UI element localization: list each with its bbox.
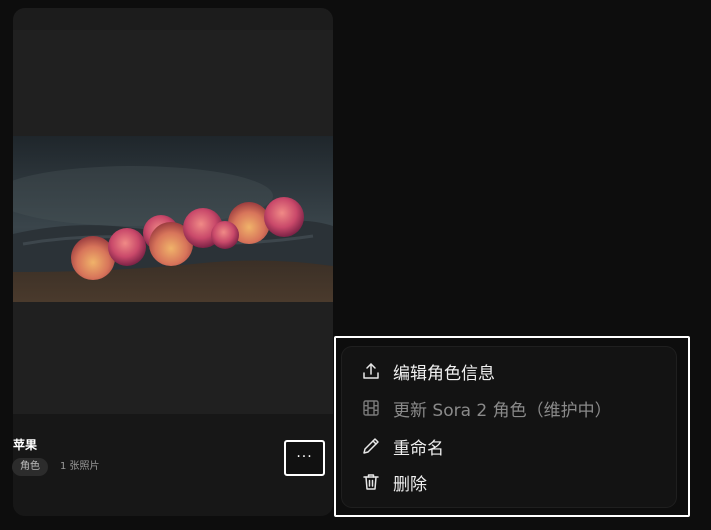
upload-icon: [360, 360, 382, 382]
pencil-icon: [360, 435, 382, 457]
more-options-button[interactable]: ···: [284, 440, 325, 476]
card-preview[interactable]: [13, 30, 333, 414]
menu-item-delete[interactable]: 删除: [360, 469, 427, 495]
menu-item-update-sora: 更新 Sora 2 角色（维护中）: [360, 395, 612, 421]
menu-item-label: 更新 Sora 2 角色（维护中）: [393, 400, 612, 421]
card-title: 苹果: [13, 438, 38, 452]
card-top-strip: [13, 8, 333, 30]
menu-item-label: 编辑角色信息: [393, 363, 495, 384]
apples-photo: [13, 136, 333, 302]
photo-count: 1 张照片: [60, 461, 100, 472]
role-tag: 角色: [12, 458, 48, 476]
menu-item-label: 删除: [393, 474, 427, 495]
menu-item-label: 重命名: [393, 438, 444, 459]
film-icon: [360, 397, 382, 419]
trash-icon: [360, 471, 382, 493]
menu-item-rename[interactable]: 重命名: [360, 433, 444, 459]
menu-item-edit-character[interactable]: 编辑角色信息: [360, 358, 495, 384]
context-menu: 编辑角色信息 更新 Sora 2 角色（维护中） 重命名 删除: [342, 347, 676, 507]
